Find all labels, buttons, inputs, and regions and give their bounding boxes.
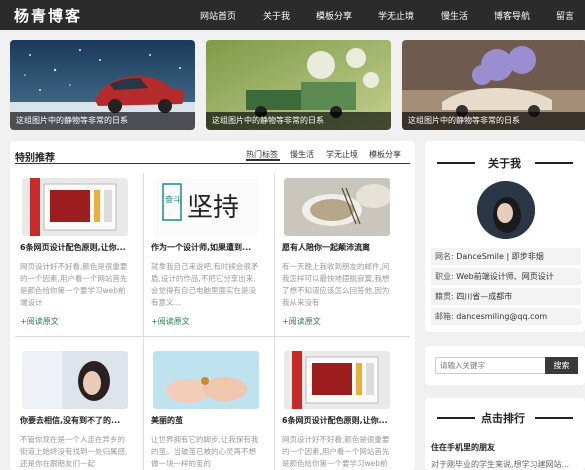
section-rule-left: [437, 162, 475, 164]
article-title[interactable]: 你要去相信,没有到不了的...: [20, 415, 142, 426]
section-rule-right: [535, 417, 573, 419]
article-title[interactable]: 愿有人陪你一起颠沛流离: [282, 242, 404, 253]
nav-item-slow-life[interactable]: 慢生活: [441, 9, 468, 22]
about-me-panel: 关于我 网名: DanceSmile | 即步非烟 职业: Web前端设计师、网…: [425, 141, 585, 332]
tab-slow-life[interactable]: 慢生活: [290, 149, 314, 160]
article-excerpt: 网页设计好不好看,颜色是很重要的一个因素,用户看一个网站首先是颜色给你第一个要学…: [282, 435, 390, 468]
info-value: Web前端设计师、网页设计: [456, 272, 554, 281]
info-row-nickname: 网名: DanceSmile | 即步非烟: [431, 248, 581, 265]
featured-title: 特别推荐: [15, 153, 55, 164]
section-rule-right: [535, 162, 573, 164]
info-value: DanceSmile | 即步非烟: [456, 252, 544, 261]
info-label: 网名:: [435, 252, 454, 261]
info-row-job: 职业: Web前端设计师、网页设计: [431, 268, 581, 285]
article-thumbnail: [284, 178, 390, 236]
thumb-art-small: 奋斗: [165, 194, 181, 204]
article-card[interactable]: 坚持 奋斗 作为一个设计师,如果遭到... 就拿我自己来说吧,有时候会很矛盾,设…: [148, 178, 276, 328]
tab-templates[interactable]: 模板分享: [369, 149, 401, 160]
rank-item[interactable]: 住在手机里的朋友: [431, 442, 495, 453]
rank-title: 点击排行: [481, 412, 525, 425]
search-button[interactable]: 搜索: [545, 357, 578, 374]
info-label: 邮箱:: [435, 312, 454, 321]
nav-item-templates[interactable]: 模板分享: [316, 9, 352, 22]
article-excerpt: 有一天晚上我收到朋友的邮件,问我怎样可以最快地摆脱寂寞,我想了想不知道应该怎么回…: [282, 262, 390, 307]
article-card[interactable]: 美丽的茧 让世界拥有它的脚步,让我保有我的茧。当破茧已被的心灵再不想做一块一样的…: [148, 351, 276, 470]
nav-item-learning[interactable]: 学无止境: [378, 9, 414, 22]
tab-active-indicator: [246, 159, 280, 161]
article-title[interactable]: 6条网页设计配色原则,让你...: [282, 415, 404, 426]
info-label: 职业:: [435, 272, 454, 281]
site-logo[interactable]: 杨青博客: [14, 5, 82, 26]
article-card[interactable]: 愿有人陪你一起颠沛流离 有一天晚上我收到朋友的邮件,问我怎样可以最快地摆脱寂寞,…: [279, 178, 407, 328]
grid-divider: [15, 336, 410, 337]
about-title: 关于我: [488, 157, 521, 170]
article-card[interactable]: 6条网页设计配色原则,让你... 网页设计好不好看,颜色是很重要的一个因素,用户…: [279, 351, 407, 470]
article-thumbnail: [153, 351, 259, 409]
nav-item-home[interactable]: 网站首页: [200, 9, 236, 22]
read-more-link[interactable]: +阅读原文: [282, 316, 321, 327]
article-title[interactable]: 美丽的茧: [151, 415, 273, 426]
banner-slide-3[interactable]: 这组图片中的静物等非常的日系: [402, 40, 585, 130]
article-title[interactable]: 作为一个设计师,如果遭到...: [151, 242, 273, 253]
article-card[interactable]: 6条网页设计配色原则,让你... 网页设计好不好看,颜色是很重要的一个因素,用户…: [17, 178, 145, 328]
search-input[interactable]: [435, 357, 547, 374]
banner-slide-1[interactable]: 这组图片中的静物等非常的日系: [10, 40, 195, 130]
info-row-hometown: 籍贯: 四川省—成都市: [431, 288, 581, 305]
click-rank-panel: 点击排行 住在手机里的朋友 对于刚毕业的学生来说,想学习建网站...: [425, 398, 585, 470]
info-row-email: 邮箱: dancesmiling@qq.com: [431, 308, 581, 325]
article-excerpt: 让世界拥有它的脚步,让我保有我的茧。当破茧已被的心灵再不想做一块一样的茧的: [151, 435, 259, 468]
article-title[interactable]: 6条网页设计配色原则,让你...: [20, 242, 142, 253]
article-thumbnail: [284, 351, 390, 409]
title-divider: [15, 163, 410, 164]
featured-panel: 特别推荐 热门标签 慢生活 学无止境 模板分享 6条网页设计配色原则,让你...…: [10, 141, 415, 470]
top-navbar: 杨青博客 网站首页 关于我 模板分享 学无止境 慢生活 博客导航 留言: [0, 0, 585, 30]
nav-item-guestbook[interactable]: 留言: [556, 9, 574, 22]
nav-item-about[interactable]: 关于我: [263, 9, 290, 22]
article-excerpt: 不管你现在是一个人走在异乡的街道上始终没有找到一处归属感,还是你在跟朋友们一起: [20, 435, 128, 468]
article-thumbnail: [22, 351, 128, 409]
avatar: [477, 181, 535, 239]
thumb-art-text: 坚持: [187, 193, 239, 223]
read-more-link[interactable]: +阅读原文: [151, 316, 190, 327]
search-panel: 搜索: [425, 346, 585, 385]
article-excerpt: 网页设计好不好看,颜色是很重要的一个因素,用户看一个网站首先是颜色给你第一个要学…: [20, 262, 128, 307]
article-thumbnail: [22, 178, 128, 236]
info-value: dancesmiling@qq.com: [456, 312, 548, 321]
article-thumbnail: 坚持 奋斗: [153, 178, 259, 236]
rank-item[interactable]: 对于刚毕业的学生来说,想学习建网站...: [431, 459, 569, 470]
section-rule-left: [437, 417, 475, 419]
banner-caption: 这组图片中的静物等非常的日系: [206, 112, 391, 130]
banner-caption: 这组图片中的静物等非常的日系: [10, 112, 195, 130]
info-label: 籍贯:: [435, 292, 454, 301]
article-card[interactable]: 你要去相信,没有到不了的... 不管你现在是一个人走在异乡的街道上始终没有找到一…: [17, 351, 145, 470]
banner-caption: 这组图片中的静物等非常的日系: [402, 112, 585, 130]
banner-slide-2[interactable]: 这组图片中的静物等非常的日系: [206, 40, 391, 130]
tab-learning[interactable]: 学无止境: [326, 149, 358, 160]
read-more-link[interactable]: +阅读原文: [20, 316, 59, 327]
article-excerpt: 就拿我自己来说吧,有时候会很矛盾,设计的作品,不把它分享出来,会觉得有自己电脑里…: [151, 262, 259, 307]
nav-item-blog-nav[interactable]: 博客导航: [494, 9, 530, 22]
info-value: 四川省—成都市: [456, 292, 513, 301]
